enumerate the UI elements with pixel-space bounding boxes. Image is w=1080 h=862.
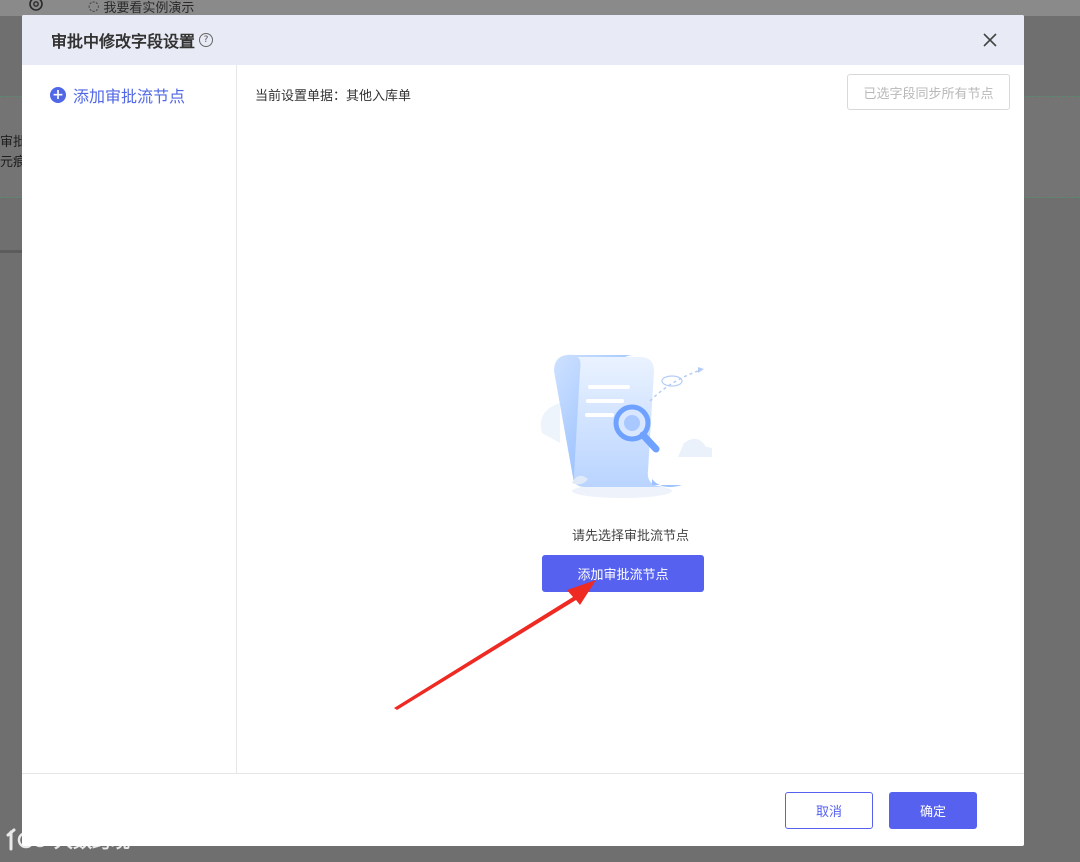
modal-header: 审批中修改字段设置 ? [22,15,1024,65]
add-approval-node-button[interactable]: 添加审批流节点 [542,555,704,592]
confirm-button[interactable]: 确定 [889,792,977,829]
help-icon[interactable]: ? [199,33,214,47]
watermark: 大数跨境 [6,826,130,853]
modal-content: 当前设置单据：其他入库单 已选字段同步所有节点 请先选择审批流节点 添加审批流节… [237,65,1024,773]
background-divider [0,250,24,253]
sync-all-nodes-button[interactable]: 已选字段同步所有节点 [847,74,1010,110]
planet-icon: ◌ [88,0,100,14]
current-document-label: 当前设置单据：其他入库单 [255,89,412,104]
modal-title-text: 审批中修改字段设置 [51,32,196,51]
sidebar-add-node-link[interactable]: + 添加审批流节点 [50,83,185,107]
demo-link[interactable]: ◌ 我要看实例演示 [88,0,194,16]
close-icon[interactable] [980,30,1000,50]
cancel-button[interactable]: 取消 [785,792,873,829]
plus-circle-icon: + [50,87,66,103]
modal-footer: 取消 确定 [22,773,1024,846]
watermark-logo-icon [6,828,48,850]
empty-state-illustration [540,354,712,498]
demo-link-label: 我要看实例演示 [103,1,195,16]
modal-title: 审批中修改字段设置 ? [51,28,214,52]
empty-state-message: 请先选择审批流节点 [571,529,689,544]
sidebar-add-node-label: 添加审批流节点 [73,87,186,106]
watermark-text: 大数跨境 [54,830,131,852]
field-settings-modal: 审批中修改字段设置 ? + 添加审批流节点 当前设置单据：其他入库单 已选字段同… [22,15,1024,846]
background-topbar: ◌ 我要看实例演示 [0,0,1080,16]
modal-sidebar: + 添加审批流节点 [22,65,237,773]
gear-icon [29,0,43,11]
